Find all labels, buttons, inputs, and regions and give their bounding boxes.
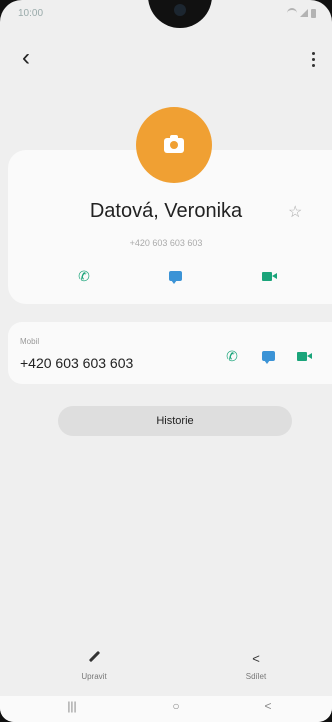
- status-time: 10:00: [18, 8, 44, 19]
- video-icon: [297, 351, 312, 361]
- system-nav-bar: ||| ○ <: [0, 696, 332, 722]
- phone-icon: ✆: [78, 267, 90, 284]
- share-icon: <: [252, 651, 260, 666]
- history-button[interactable]: Historie: [58, 406, 292, 436]
- status-icons: [287, 8, 316, 18]
- recents-nav-button[interactable]: |||: [52, 699, 92, 713]
- phone-icon: ✆: [226, 347, 238, 364]
- signal-icon: [300, 9, 308, 17]
- contact-name: Datová, Veronika: [89, 200, 243, 222]
- status-bar: 10:00: [18, 8, 316, 24]
- battery-icon: [311, 8, 316, 18]
- share-button[interactable]: < Sdílet: [226, 650, 286, 682]
- back-arrow-icon[interactable]: ‹: [22, 46, 46, 70]
- video-call-button[interactable]: [255, 264, 279, 288]
- share-label: Sdílet: [245, 672, 267, 681]
- mobile-call-button[interactable]: ✆: [220, 344, 244, 368]
- home-nav-button[interactable]: ○: [156, 699, 196, 713]
- message-button[interactable]: [163, 264, 187, 288]
- call-button[interactable]: ✆: [72, 264, 96, 288]
- star-icon[interactable]: ☆: [288, 202, 302, 222]
- message-icon: [261, 351, 275, 364]
- camera-icon: [164, 135, 184, 153]
- mobile-actions: ✆: [220, 344, 320, 364]
- contact-actions: ✆: [0, 264, 332, 288]
- back-nav-button[interactable]: <: [248, 699, 288, 713]
- phone-screen: 10:00 ‹ Datová, Veronika ☆ +420 603 603 …: [0, 0, 332, 722]
- edit-label: Upravit: [81, 672, 107, 681]
- mobile-video-button[interactable]: [290, 344, 314, 368]
- more-vertical-icon[interactable]: [308, 48, 318, 70]
- bottom-bar: Upravit < Sdílet: [0, 650, 332, 690]
- message-icon: [168, 271, 182, 284]
- mobile-label: Mobil: [20, 337, 40, 346]
- video-icon: [262, 271, 277, 281]
- mobile-message-button[interactable]: [256, 344, 280, 368]
- edit-button[interactable]: Upravit: [64, 650, 124, 681]
- top-bar: ‹: [0, 46, 332, 74]
- contact-number: +420 603 603 603: [129, 238, 203, 248]
- mobile-number: +420 603 603 603: [20, 355, 134, 371]
- contact-avatar[interactable]: [136, 107, 212, 183]
- pencil-icon: [88, 651, 100, 663]
- wifi-icon: [287, 8, 297, 18]
